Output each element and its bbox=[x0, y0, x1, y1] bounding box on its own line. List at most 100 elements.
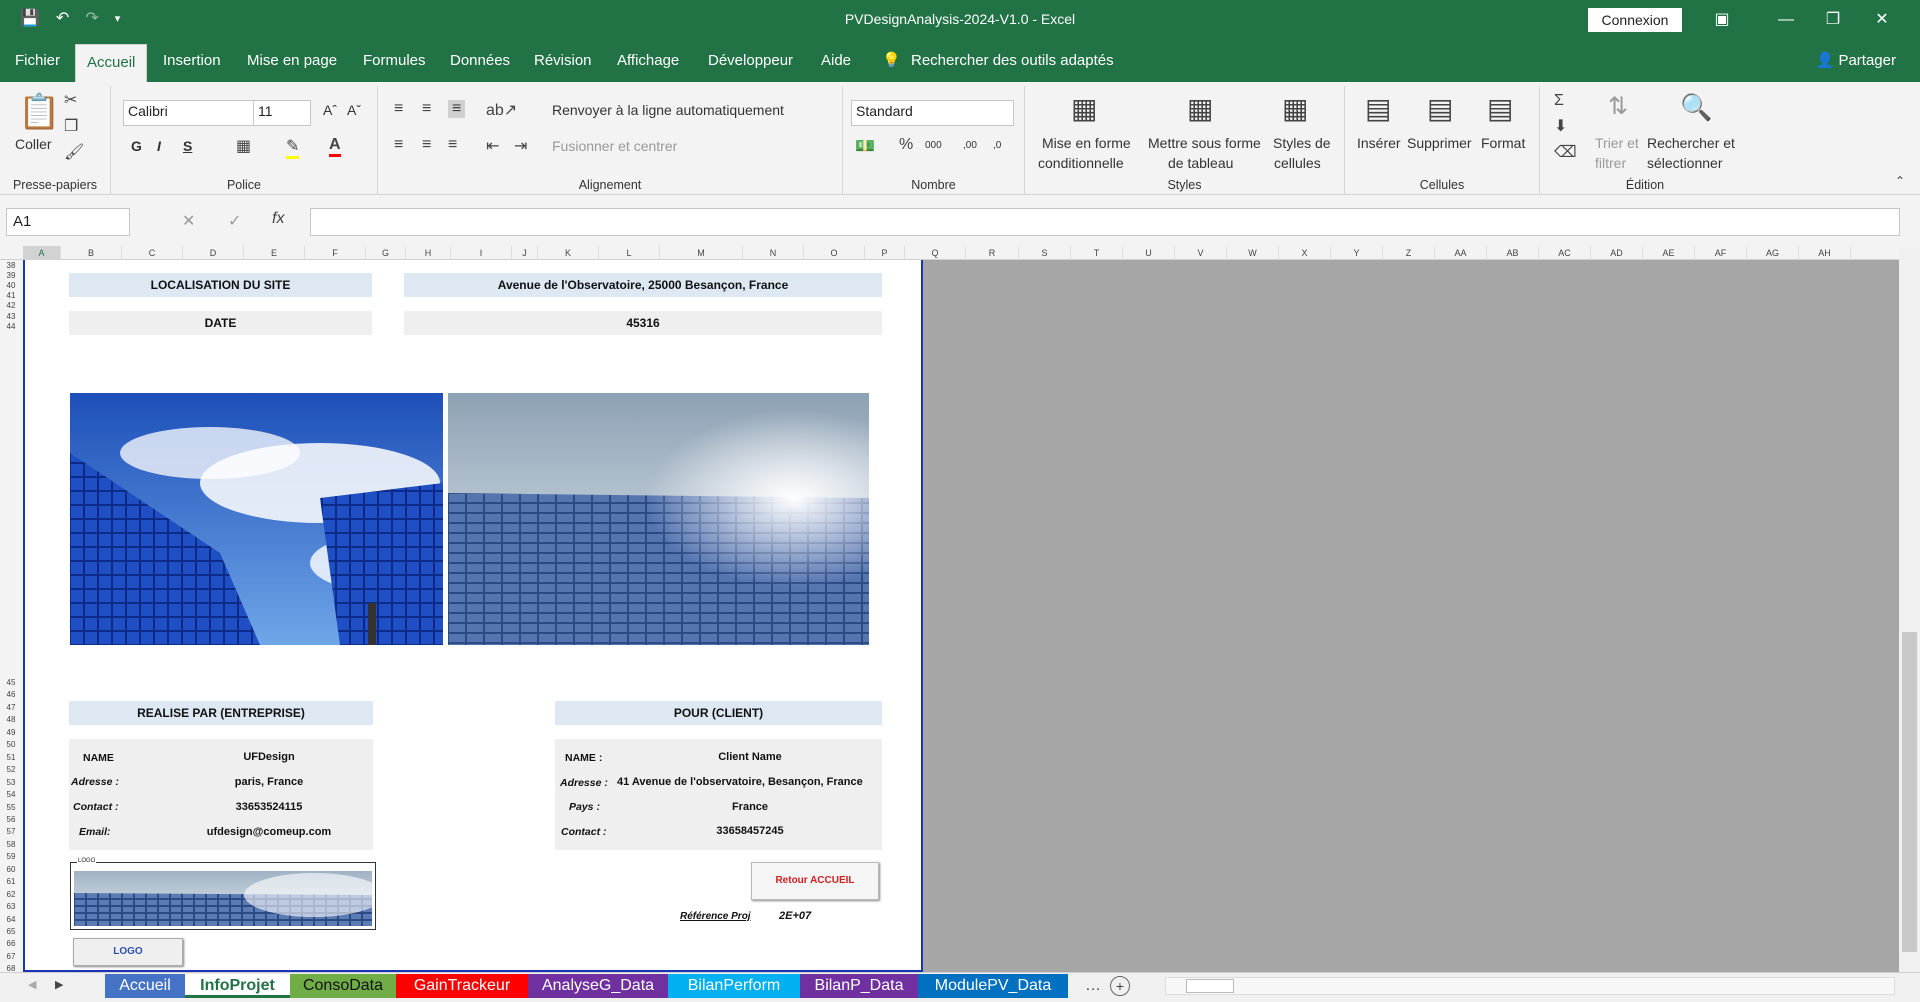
add-sheet-icon[interactable]: + bbox=[1110, 976, 1130, 996]
column-header-y[interactable]: Y bbox=[1331, 246, 1383, 260]
row-header-52[interactable]: 52 bbox=[0, 765, 22, 775]
conditional-format-icon[interactable]: ▦ bbox=[1071, 92, 1097, 125]
collapse-ribbon-icon[interactable]: ⌃ bbox=[1895, 174, 1905, 188]
column-header-a[interactable]: A bbox=[23, 246, 61, 260]
row-header-47[interactable]: 47 bbox=[0, 703, 22, 713]
row-header-55[interactable]: 55 bbox=[0, 803, 22, 813]
borders-icon[interactable]: ▦ bbox=[236, 136, 251, 156]
client-country[interactable]: France bbox=[615, 801, 885, 813]
bold-button[interactable]: G bbox=[131, 138, 142, 154]
insert-cells-icon[interactable]: ▤ bbox=[1365, 92, 1391, 125]
name-box[interactable]: A1 bbox=[6, 208, 130, 236]
increase-indent-icon[interactable]: ⇥ bbox=[514, 136, 527, 156]
align-right-icon[interactable]: ≡ bbox=[448, 136, 457, 154]
format-cells-icon[interactable]: ▤ bbox=[1487, 92, 1513, 125]
delete-cells-button[interactable]: Supprimer bbox=[1407, 135, 1472, 151]
row-header-38[interactable]: 38 bbox=[0, 261, 22, 271]
accounting-icon[interactable]: 💵 bbox=[855, 136, 875, 156]
sheet-tab-gaintrackeur[interactable]: GainTrackeur bbox=[396, 974, 528, 998]
column-header-n[interactable]: N bbox=[743, 246, 804, 260]
align-bottom-icon[interactable]: ≡ bbox=[448, 100, 466, 118]
share-button[interactable]: 👤 Partager bbox=[1816, 40, 1896, 82]
tab-affichage[interactable]: Affichage bbox=[615, 40, 681, 82]
percent-icon[interactable]: % bbox=[899, 136, 913, 154]
logo-frame[interactable]: LOGO bbox=[70, 858, 376, 930]
cell-styles-line2[interactable]: cellules bbox=[1274, 155, 1321, 171]
column-header-i[interactable]: I bbox=[451, 246, 512, 260]
number-format-select[interactable]: Standard bbox=[851, 100, 1014, 126]
cell-styles-icon[interactable]: ▦ bbox=[1282, 92, 1308, 125]
eraser-icon[interactable]: ⌫ bbox=[1554, 142, 1577, 162]
column-header-k[interactable]: K bbox=[538, 246, 599, 260]
confirm-entry-icon[interactable]: ✓ bbox=[228, 211, 241, 231]
client-address[interactable]: 41 Avenue de l'observatoire, Besançon, F… bbox=[617, 776, 882, 788]
site-value[interactable]: Avenue de l'Observatoire, 25000 Besançon… bbox=[404, 273, 882, 297]
row-header-67[interactable]: 67 bbox=[0, 952, 22, 962]
column-header-j[interactable]: J bbox=[512, 246, 538, 260]
row-header-48[interactable]: 48 bbox=[0, 715, 22, 725]
tab-formules[interactable]: Formules bbox=[361, 40, 428, 82]
insert-cells-button[interactable]: Insérer bbox=[1357, 135, 1401, 151]
close-icon[interactable]: ✕ bbox=[1867, 6, 1897, 34]
vertical-scrollbar[interactable] bbox=[1899, 248, 1920, 972]
column-header-e[interactable]: E bbox=[244, 246, 305, 260]
column-header-af[interactable]: AF bbox=[1695, 246, 1747, 260]
column-header-s[interactable]: S bbox=[1019, 246, 1071, 260]
insert-function-icon[interactable]: fx bbox=[272, 210, 284, 228]
copy-icon[interactable]: ❐ bbox=[64, 116, 78, 136]
column-header-g[interactable]: G bbox=[366, 246, 406, 260]
paste-icon[interactable]: 📋 bbox=[18, 92, 60, 132]
font-size-select[interactable]: 11 bbox=[253, 100, 311, 126]
project-reference-value[interactable]: 2E+07 bbox=[779, 910, 811, 922]
merge-center-button[interactable]: Fusionner et centrer bbox=[552, 138, 677, 154]
column-header-aa[interactable]: AA bbox=[1435, 246, 1487, 260]
tab-revision[interactable]: Révision bbox=[532, 40, 594, 82]
row-header-45[interactable]: 45 bbox=[0, 678, 22, 688]
scroll-thumb[interactable] bbox=[1902, 632, 1917, 952]
column-header-ae[interactable]: AE bbox=[1643, 246, 1695, 260]
row-header-57[interactable]: 57 bbox=[0, 827, 22, 837]
tab-insertion[interactable]: Insertion bbox=[161, 40, 223, 82]
company-contact[interactable]: 33653524115 bbox=[169, 801, 369, 813]
font-name-select[interactable]: Calibri bbox=[123, 100, 263, 126]
row-header-43[interactable]: 43 bbox=[0, 312, 22, 322]
column-header-r[interactable]: R bbox=[966, 246, 1019, 260]
format-table-line2[interactable]: de tableau bbox=[1168, 155, 1233, 171]
row-header-46[interactable]: 46 bbox=[0, 690, 22, 700]
solar-panels-photo-right[interactable] bbox=[448, 393, 869, 645]
fill-color-icon[interactable]: ✎ bbox=[286, 136, 300, 159]
format-table-line1[interactable]: Mettre sous forme bbox=[1148, 135, 1261, 151]
minimize-icon[interactable]: — bbox=[1771, 6, 1801, 34]
row-header-65[interactable]: 65 bbox=[0, 927, 22, 937]
tab-accueil[interactable]: Accueil bbox=[75, 44, 148, 82]
tab-scroll-right-icon[interactable]: ▶ bbox=[55, 978, 63, 991]
column-header-w[interactable]: W bbox=[1227, 246, 1279, 260]
row-header-49[interactable]: 49 bbox=[0, 728, 22, 738]
row-header-41[interactable]: 41 bbox=[0, 291, 22, 301]
tab-mise-en-page[interactable]: Mise en page bbox=[245, 40, 339, 82]
row-header-60[interactable]: 60 bbox=[0, 865, 22, 875]
sheet-tab-modulepv-data[interactable]: ModulePV_Data bbox=[918, 974, 1068, 998]
column-header-l[interactable]: L bbox=[599, 246, 660, 260]
sort-filter-line1[interactable]: Trier et bbox=[1595, 135, 1639, 151]
align-middle-icon[interactable]: ≡ bbox=[422, 100, 431, 118]
row-header-63[interactable]: 63 bbox=[0, 902, 22, 912]
column-header-u[interactable]: U bbox=[1123, 246, 1175, 260]
wrap-text-button[interactable]: Renvoyer à la ligne automatiquement bbox=[552, 102, 784, 118]
column-header-p[interactable]: P bbox=[865, 246, 905, 260]
column-header-q[interactable]: Q bbox=[905, 246, 966, 260]
tab-donnees[interactable]: Données bbox=[448, 40, 512, 82]
column-header-ah[interactable]: AH bbox=[1799, 246, 1851, 260]
align-left-icon[interactable]: ≡ bbox=[394, 136, 403, 154]
column-header-d[interactable]: D bbox=[183, 246, 244, 260]
delete-cells-icon[interactable]: ▤ bbox=[1427, 92, 1453, 125]
sheet-tab-analyseg-data[interactable]: AnalyseG_Data bbox=[528, 974, 668, 998]
thousands-separator-button[interactable]: 000 bbox=[925, 140, 942, 151]
logo-button[interactable]: LOGO bbox=[73, 938, 183, 966]
find-select-line1[interactable]: Rechercher et bbox=[1647, 135, 1735, 151]
row-header-64[interactable]: 64 bbox=[0, 915, 22, 925]
align-center-icon[interactable]: ≡ bbox=[422, 136, 431, 154]
format-table-icon[interactable]: ▦ bbox=[1187, 92, 1213, 125]
conditional-format-line1[interactable]: Mise en forme bbox=[1042, 135, 1131, 151]
search-icon[interactable]: 🔍 bbox=[1680, 92, 1712, 123]
